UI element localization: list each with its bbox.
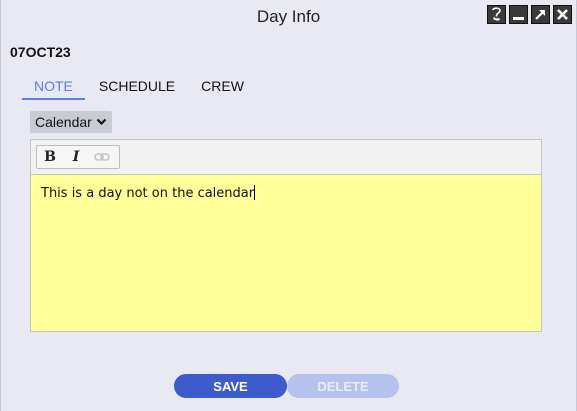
note-editor: B I This is a day not on the calendar [30,139,542,332]
tab-schedule[interactable]: SCHEDULE [87,76,187,100]
title-bar[interactable]: Day Info [1,0,576,34]
note-type-select[interactable]: Calendar [30,111,112,133]
delete-button[interactable]: DELETE [287,374,399,398]
maximize-icon[interactable] [531,5,550,24]
chevron-down-icon [96,118,107,126]
text-caret [254,185,256,200]
note-type-value: Calendar [35,114,92,130]
window-controls [487,5,572,24]
format-button-group: B I [36,145,120,169]
editor-toolbar: B I [31,140,541,175]
note-text-area[interactable]: This is a day not on the calendar [31,175,541,211]
close-icon[interactable] [553,5,572,24]
tab-note[interactable]: NOTE [22,76,85,100]
save-button[interactable]: SAVE [174,374,287,398]
bold-button[interactable]: B [37,146,63,168]
note-text: This is a day not on the calendar [41,186,255,201]
link-icon[interactable] [89,146,115,168]
day-label: 07OCT23 [10,44,71,60]
help-icon[interactable] [487,5,506,24]
minimize-icon[interactable] [509,5,528,24]
italic-button[interactable]: I [63,146,89,168]
tab-crew[interactable]: CREW [189,76,256,100]
tab-bar: NOTE SCHEDULE CREW [22,76,256,100]
day-info-dialog: Day Info 07OCT23 NOTE SCHEDULE CREW Cale… [0,0,577,411]
